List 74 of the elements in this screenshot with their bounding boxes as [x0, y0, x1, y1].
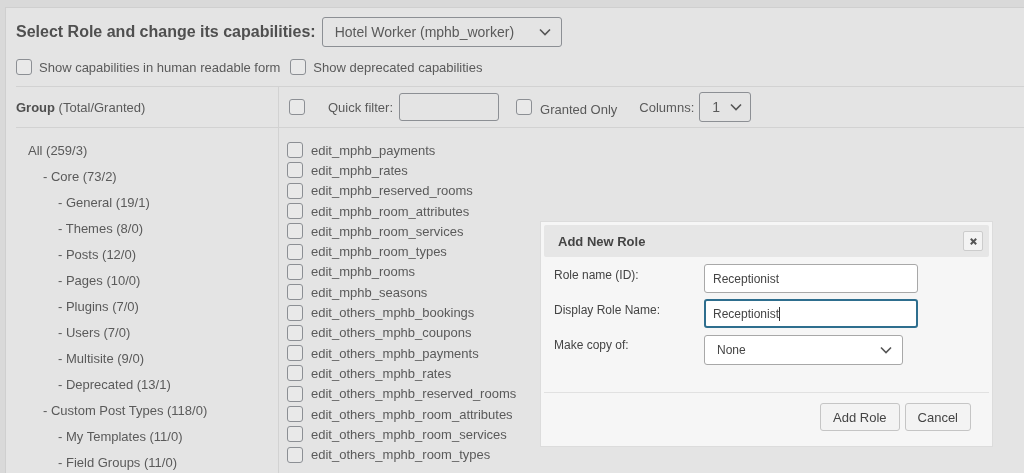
role-select[interactable]: Hotel Worker (mphb_worker) [321, 17, 562, 47]
text-field[interactable]: Receptionist [704, 264, 918, 293]
checkbox[interactable] [287, 385, 303, 402]
tree-item[interactable]: - Users (7/0) [58, 320, 278, 346]
field-label: Role name (ID): [554, 267, 640, 282]
capability-label[interactable]: edit_others_mphb_payments [311, 345, 479, 361]
capability-label[interactable]: edit_others_mphb_room_attributes [311, 406, 513, 422]
checkbox[interactable] [287, 345, 303, 362]
cancel-button[interactable]: Cancel [904, 403, 971, 431]
field-label: Make copy of: [554, 337, 630, 352]
role-select-label: Select Role and change its capabilities: [16, 23, 316, 41]
checkbox[interactable] [287, 365, 303, 382]
close-icon [968, 236, 978, 246]
group-column-header: Group (Total/Granted) [16, 99, 146, 115]
capability-label[interactable]: edit_mphb_rooms [311, 264, 416, 280]
text-field[interactable]: Receptionist [704, 299, 918, 328]
capability-label[interactable]: edit_others_mphb_room_services [311, 426, 507, 442]
checkbox[interactable] [287, 182, 303, 199]
checkbox-label[interactable]: Show capabilities in human readable form [39, 59, 281, 75]
capability-label[interactable]: edit_mphb_room_services [311, 223, 464, 239]
tree-item[interactable]: - Themes (8/0) [58, 216, 278, 242]
checkbox-label[interactable]: Granted Only [540, 101, 618, 117]
capability-label[interactable]: edit_mphb_reserved_rooms [311, 183, 473, 199]
columns-label: Columns: [639, 99, 695, 115]
close-button[interactable] [963, 231, 983, 251]
checkbox[interactable] [287, 203, 303, 220]
capability-label[interactable]: edit_others_mphb_reserved_rooms [311, 386, 517, 402]
checkbox[interactable] [516, 99, 532, 115]
tree-item[interactable]: - Plugins (7/0) [58, 294, 278, 320]
quick-filter-field[interactable] [399, 93, 499, 121]
quick-filter-label: Quick filter: [328, 99, 393, 115]
checkbox[interactable] [287, 324, 303, 341]
checkbox[interactable] [289, 99, 305, 115]
tree-item[interactable]: - Deprecated (13/1) [58, 372, 278, 398]
checkbox[interactable] [16, 59, 32, 75]
tree-item[interactable]: - Core (73/2) [43, 164, 278, 190]
checkbox[interactable] [287, 243, 303, 260]
checkbox[interactable] [290, 59, 307, 75]
checkbox[interactable] [287, 162, 303, 179]
tree-item[interactable]: - General (19/1) [58, 190, 278, 216]
capability-label[interactable]: edit_mphb_room_attributes [311, 203, 470, 219]
tree-item[interactable]: - Posts (12/0) [58, 242, 278, 268]
tree-item[interactable]: - Custom Post Types (118/0) [43, 398, 278, 424]
checkbox[interactable] [287, 446, 303, 463]
capability-label[interactable]: edit_others_mphb_coupons [311, 325, 472, 341]
tree-item[interactable]: - Multisite (9/0) [58, 346, 278, 372]
checkbox[interactable] [287, 142, 303, 159]
checkbox[interactable] [287, 263, 303, 280]
checkbox[interactable] [287, 223, 303, 240]
checkbox[interactable] [287, 304, 303, 321]
tree-item[interactable]: - My Templates (11/0) [58, 424, 278, 450]
copy-select[interactable]: None [704, 335, 903, 365]
capability-label[interactable]: edit_others_mphb_bookings [311, 305, 475, 320]
capability-label[interactable]: edit_mphb_payments [311, 142, 436, 158]
chevron-down-icon [730, 103, 743, 111]
checkbox[interactable] [287, 406, 303, 422]
checkbox-label[interactable]: Show deprecated capabilities [313, 59, 483, 75]
capability-label[interactable]: edit_mphb_rates [311, 162, 408, 178]
capability-label[interactable]: edit_others_mphb_rates [311, 365, 452, 381]
tree-item[interactable]: All (259/3) [28, 138, 278, 164]
tree-item[interactable]: - Pages (10/0) [58, 268, 278, 294]
text-cursor [779, 306, 781, 321]
capability-label[interactable]: edit_mphb_seasons [311, 284, 428, 300]
field-label: Display Role Name: [554, 302, 662, 317]
capability-label[interactable]: edit_others_mphb_room_types [311, 447, 491, 463]
tree-item[interactable]: - Field Groups (11/0) [58, 450, 278, 473]
checkbox[interactable] [287, 284, 303, 301]
checkbox[interactable] [287, 426, 303, 443]
add-role-button[interactable]: Add Role [820, 403, 900, 431]
chevron-down-icon [538, 28, 551, 36]
capability-label[interactable]: edit_mphb_room_types [311, 244, 447, 260]
dialog-title: Add New Role [558, 233, 646, 249]
chevron-down-icon [880, 346, 892, 354]
columns-select[interactable]: 1 [699, 92, 752, 122]
